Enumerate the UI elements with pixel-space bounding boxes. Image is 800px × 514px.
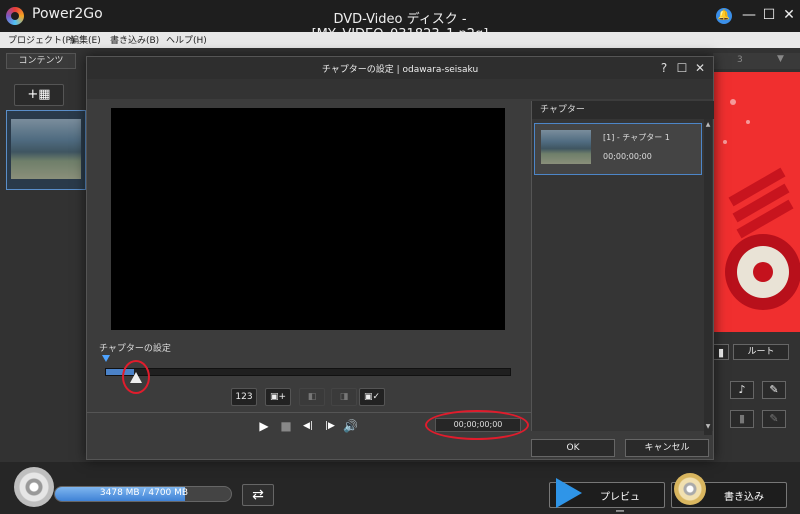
menu-template-preview[interactable] — [713, 72, 800, 332]
content-thumbnail[interactable] — [6, 110, 86, 190]
tab-content[interactable]: コンテンツ — [6, 53, 76, 69]
play-icon[interactable]: ▶ — [257, 419, 271, 433]
cancel-button[interactable]: キャンセル — [625, 439, 709, 457]
dialog-maximize-button[interactable]: ☐ — [675, 60, 689, 76]
dialog-close-button[interactable]: ✕ — [693, 60, 707, 76]
layout-toggle-button[interactable]: ▮ — [713, 344, 729, 360]
chapter-list-scrollbar[interactable]: ▲ ▼ — [704, 119, 712, 435]
notification-bell-icon[interactable]: 🔔 — [716, 8, 732, 24]
app-window: Power2Go DVD-Video ディスク - [MY_VIDEO_0318… — [0, 0, 800, 514]
prev-chapter-button[interactable]: ◧ — [299, 388, 325, 406]
disc-icon — [14, 467, 54, 507]
previous-frame-icon[interactable]: ◀| — [299, 419, 317, 433]
next-frame-icon[interactable]: |▶ — [321, 419, 339, 433]
playhead-highlight-circle — [122, 360, 150, 394]
chapter-marker-icon[interactable] — [102, 355, 110, 362]
edit-menu-button[interactable]: ✎ — [762, 381, 786, 399]
next-chapter-button[interactable]: ◨ — [331, 388, 357, 406]
chapter-list-header: チャプター — [532, 101, 714, 119]
scroll-up-icon[interactable]: ▲ — [704, 121, 712, 128]
help-button[interactable]: ? — [657, 60, 671, 76]
chapter-thumbnail — [541, 130, 591, 164]
burn-disc-icon — [674, 473, 706, 505]
scroll-down-icon[interactable]: ▼ — [704, 423, 712, 430]
chapter-time: 00;00;00;00 — [603, 152, 652, 161]
dialog-toolbar-area — [87, 79, 713, 99]
menu-edit[interactable]: 編集(E) — [70, 33, 101, 46]
burn-label: 書き込み — [724, 492, 764, 503]
app-name: Power2Go — [32, 6, 103, 22]
add-media-button[interactable]: +▦ — [14, 84, 64, 106]
menu-burn[interactable]: 書き込み(B) — [110, 33, 159, 46]
music-button[interactable]: ♪ — [730, 381, 754, 399]
close-button[interactable]: ✕ — [780, 6, 798, 24]
dialog-title-bar: チャプターの設定 | odawara-seisaku ? ☐ ✕ — [87, 57, 713, 79]
root-button[interactable]: ルート — [733, 344, 789, 360]
menu-tabs: 3 ▼ — [713, 53, 800, 69]
preview-label: プレビュー — [600, 492, 640, 514]
minimize-button[interactable]: — — [740, 6, 758, 24]
dialog-title: チャプターの設定 | odawara-seisaku — [321, 65, 479, 75]
stop-icon[interactable]: ■ — [279, 419, 293, 433]
menu-bar: プロジェクト(P) 編集(E) 書き込み(B) ヘルプ(H) — [0, 32, 800, 48]
maximize-button[interactable]: ☐ — [760, 6, 778, 24]
ok-button[interactable]: OK — [531, 439, 615, 457]
disabled-tool-button[interactable]: ▮ — [730, 410, 754, 428]
auto-chapter-button[interactable]: 123 — [231, 388, 257, 406]
video-preview[interactable] — [111, 108, 505, 330]
disc-capacity-bar: 3478 MB / 4700 MB — [54, 486, 232, 502]
chapter-settings-dialog: チャプターの設定 | odawara-seisaku ? ☐ ✕ チャプターの設… — [86, 56, 714, 460]
disabled-edit-button[interactable]: ✎ — [762, 410, 786, 428]
chapter-timeline[interactable] — [105, 368, 511, 376]
chapter-list-panel: チャプター [1] - チャプター 1 00;00;00;00 ▲ ▼ — [531, 101, 714, 435]
menu-project[interactable]: プロジェクト(P) — [8, 33, 74, 46]
chevron-down-icon[interactable]: ▼ — [777, 54, 784, 64]
add-chapter-button[interactable]: ▣+ — [265, 388, 291, 406]
set-thumbnail-button[interactable]: ▣✓ — [359, 388, 385, 406]
play-icon — [556, 478, 582, 508]
template-artwork — [713, 72, 800, 332]
volume-icon[interactable]: 🔊 — [343, 419, 358, 433]
power2go-logo-icon — [6, 7, 24, 25]
menu-help[interactable]: ヘルプ(H) — [166, 33, 207, 46]
tab-page-number[interactable]: 3 — [737, 55, 743, 65]
chapter-settings-label: チャプターの設定 — [99, 344, 171, 354]
swap-icon[interactable]: ⇄ — [242, 484, 274, 506]
title-bar: Power2Go DVD-Video ディスク - [MY_VIDEO_0318… — [0, 0, 800, 42]
capacity-text: 3478 MB / 4700 MB — [99, 488, 189, 498]
chapter-list-item[interactable]: [1] - チャプター 1 00;00;00;00 — [534, 123, 702, 175]
video-thumbnail-image — [11, 119, 81, 179]
chapter-name: [1] - チャプター 1 — [603, 133, 670, 142]
timecode-highlight-circle — [425, 410, 529, 440]
